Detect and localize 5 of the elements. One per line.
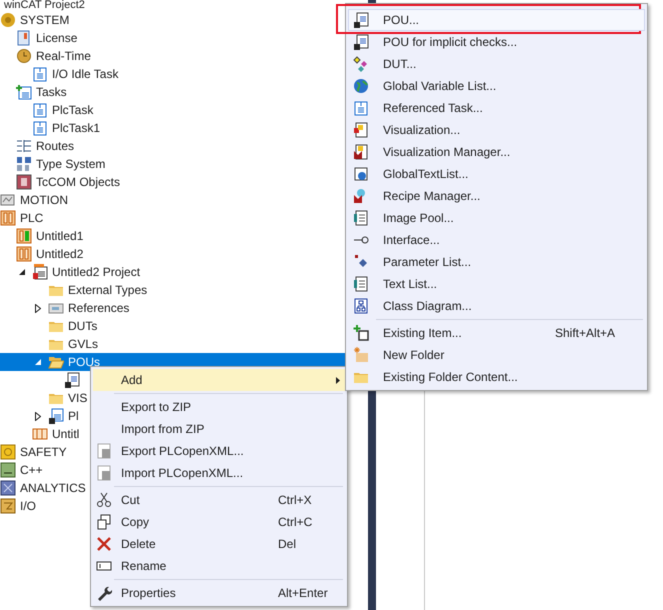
shortcut-label: Ctrl+X	[278, 492, 312, 509]
shortcut-label: Ctrl+C	[278, 514, 312, 531]
shortcut-label: Alt+Enter	[278, 585, 328, 602]
shortcut-label: Shift+Alt+A	[555, 325, 616, 342]
shortcut-label: Del	[278, 536, 296, 553]
